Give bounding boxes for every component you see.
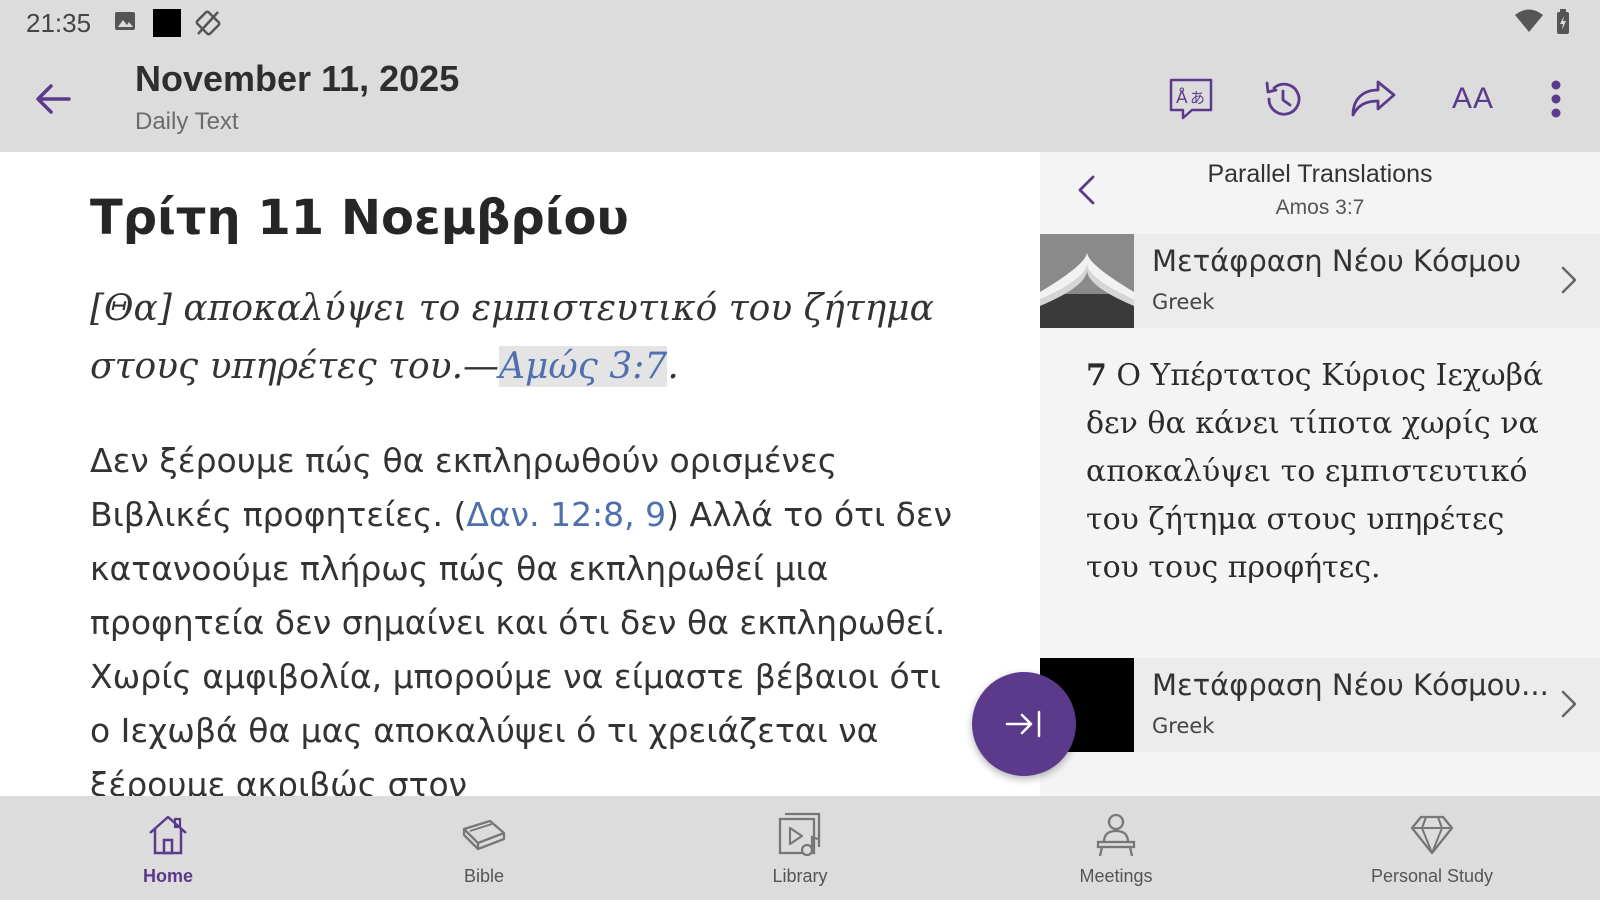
nav-bible[interactable]: Bible bbox=[374, 796, 594, 900]
verse-text: 7 Ο Υπέρτατος Κύριος Ιεχωβά δεν θα κάνει… bbox=[1086, 352, 1566, 592]
personal-study-icon bbox=[1402, 810, 1462, 860]
share-icon bbox=[1351, 80, 1396, 117]
translation-item[interactable]: Μετάφραση Νέου Κόσμου... Greek bbox=[1040, 658, 1600, 752]
status-bar: 21:35 bbox=[0, 0, 1600, 46]
article-content[interactable]: Τρίτη 11 Νοεμβρίου [Θα] αποκαλύψει το εμ… bbox=[0, 152, 1040, 796]
body-text-part2: ) Αλλά το ότι δεν κατανοούμε πλήρως πώς … bbox=[90, 495, 953, 796]
scripture-link-amos[interactable]: Αμώς 3:7 bbox=[499, 346, 668, 387]
arrow-left-icon bbox=[36, 84, 71, 114]
nav-personal-study[interactable]: Personal Study bbox=[1322, 796, 1542, 900]
parallel-translations-panel: Parallel Translations Amos 3:7 Μετάφραση… bbox=[1040, 152, 1600, 796]
text-size-icon: AA bbox=[1451, 82, 1495, 115]
app-bar: November 11, 2025 Daily Text Å あ AA bbox=[0, 46, 1600, 152]
battery-icon bbox=[1555, 8, 1571, 40]
status-time: 21:35 bbox=[26, 8, 92, 38]
arrow-to-right-icon bbox=[1005, 710, 1041, 738]
library-icon bbox=[770, 810, 830, 860]
panel-title: Parallel Translations bbox=[1207, 160, 1433, 188]
translation-name: Μετάφραση Νέου Κόσμου bbox=[1152, 244, 1522, 278]
nav-home[interactable]: Home bbox=[58, 796, 278, 900]
svg-text:Å: Å bbox=[1176, 86, 1188, 108]
scripture-link-daniel[interactable]: Δαν. 12:8, 9 bbox=[466, 495, 666, 534]
nav-library[interactable]: Library bbox=[690, 796, 910, 900]
translation-language: Greek bbox=[1152, 714, 1215, 738]
wifi-icon bbox=[1514, 8, 1544, 38]
page-title: November 11, 2025 bbox=[135, 58, 460, 99]
more-vert-icon bbox=[1551, 80, 1561, 118]
bottom-navigation: Home Bible Library Meetings Personal Stu… bbox=[0, 796, 1600, 900]
panel-subtitle: Amos 3:7 bbox=[1275, 196, 1365, 219]
theme-period: . bbox=[667, 346, 679, 387]
book-thumbnail bbox=[1040, 234, 1134, 328]
article-heading: Τρίτη 11 Νοεμβρίου bbox=[90, 190, 629, 246]
open-panel-fab[interactable] bbox=[972, 672, 1076, 776]
nav-meetings-label: Meetings bbox=[1079, 866, 1153, 886]
back-button[interactable] bbox=[26, 72, 80, 126]
nav-home-label: Home bbox=[142, 866, 193, 886]
page-subtitle: Daily Text bbox=[135, 108, 239, 135]
image-icon bbox=[114, 8, 136, 38]
verse-number: 7 bbox=[1086, 358, 1107, 393]
verse-body: Ο Υπέρτατος Κύριος Ιεχωβά δεν θα κάνει τ… bbox=[1086, 358, 1544, 585]
more-options-button[interactable] bbox=[1534, 70, 1578, 128]
text-size-button[interactable]: AA bbox=[1444, 70, 1502, 128]
bible-icon bbox=[454, 810, 514, 860]
meetings-icon bbox=[1086, 810, 1146, 860]
history-button[interactable] bbox=[1254, 70, 1312, 128]
square-icon bbox=[152, 8, 182, 42]
chevron-right-icon bbox=[1554, 684, 1584, 724]
share-button[interactable] bbox=[1344, 70, 1402, 128]
panel-header: Parallel Translations Amos 3:7 bbox=[1040, 152, 1600, 234]
svg-text:あ: あ bbox=[1190, 89, 1205, 107]
theme-scripture: [Θα] αποκαλύψει το εμπιστευτικό του ζήτη… bbox=[90, 280, 970, 396]
translate-button[interactable]: Å あ bbox=[1162, 70, 1220, 128]
translate-icon: Å あ bbox=[1169, 78, 1213, 120]
history-icon bbox=[1265, 81, 1301, 116]
nav-library-label: Library bbox=[772, 866, 828, 886]
home-icon bbox=[138, 810, 198, 860]
chevron-right-icon bbox=[1554, 260, 1584, 300]
translation-name: Μετάφραση Νέου Κόσμου... bbox=[1152, 668, 1549, 702]
article-body: Δεν ξέρουμε πώς θα εκπληρωθούν ορισμένες… bbox=[90, 434, 970, 796]
translation-item[interactable]: Μετάφραση Νέου Κόσμου Greek bbox=[1040, 234, 1600, 328]
nav-meetings[interactable]: Meetings bbox=[1006, 796, 1226, 900]
nav-personal-study-label: Personal Study bbox=[1370, 866, 1494, 886]
rotation-icon bbox=[194, 8, 222, 42]
nav-bible-label: Bible bbox=[463, 866, 505, 886]
translation-language: Greek bbox=[1152, 290, 1215, 314]
